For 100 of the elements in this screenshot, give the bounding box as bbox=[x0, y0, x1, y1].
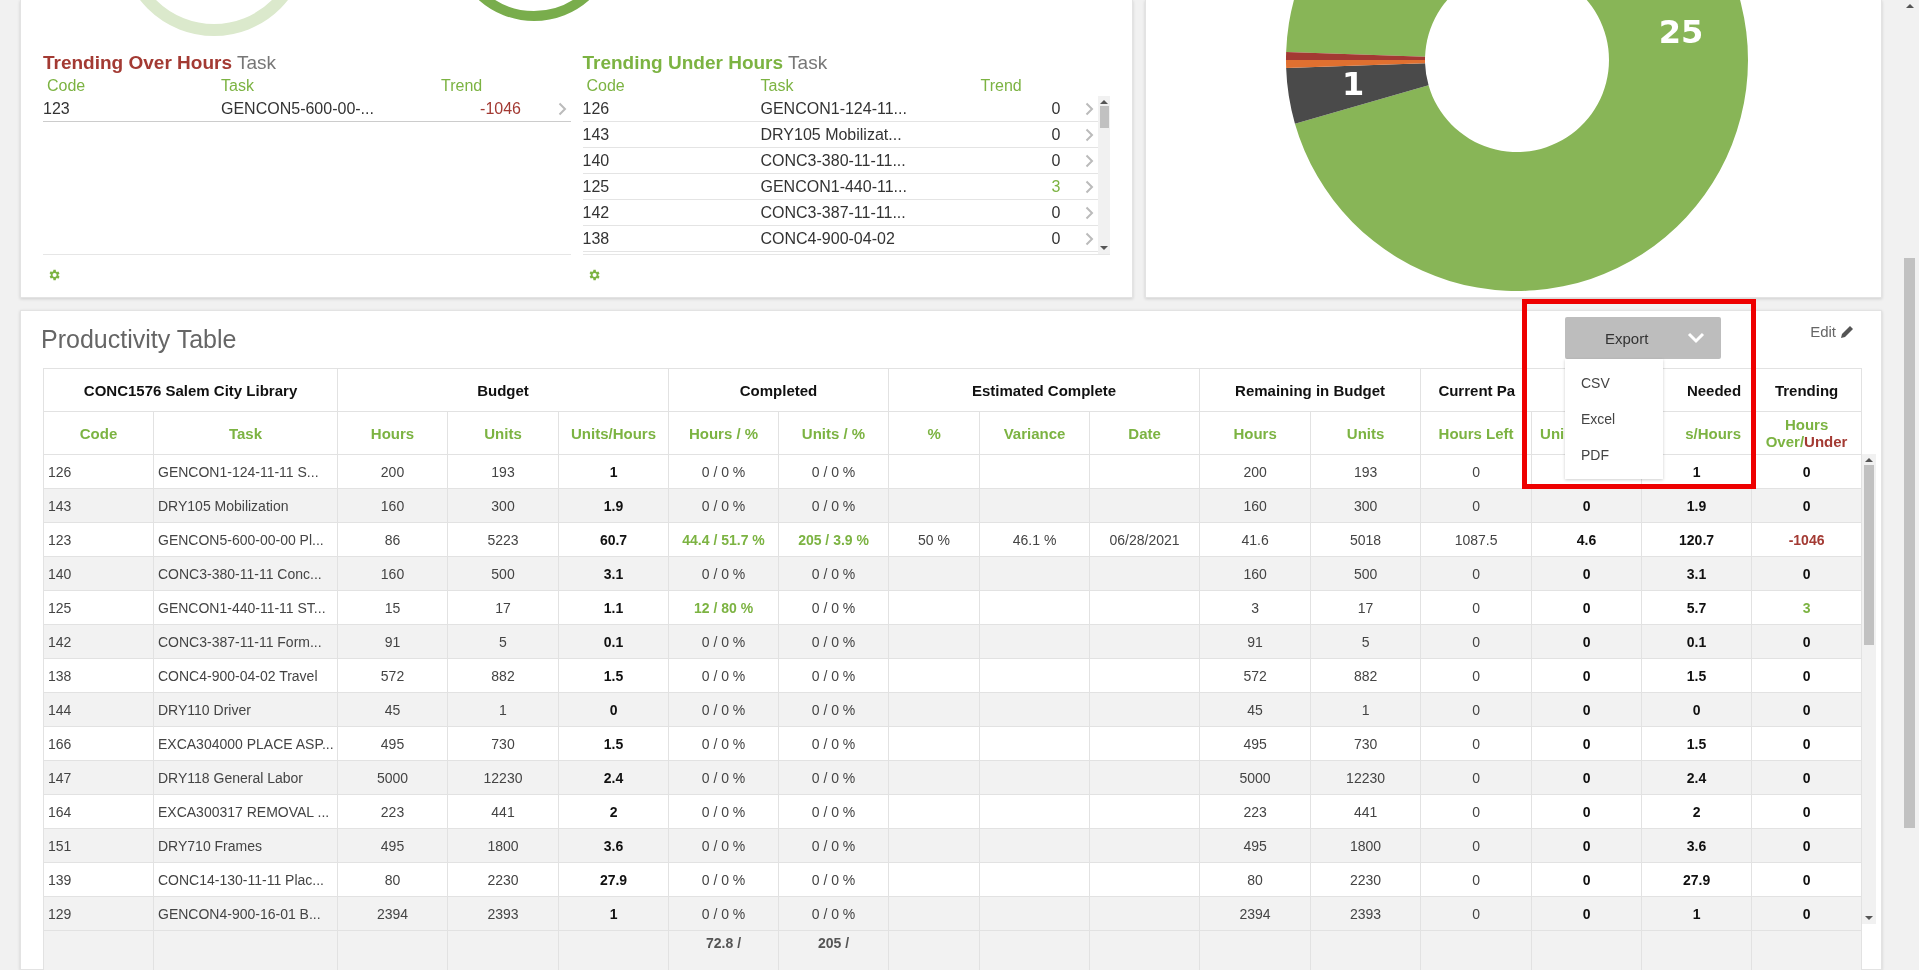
scrollbar[interactable] bbox=[1862, 454, 1877, 924]
table-cell: 5 bbox=[1310, 624, 1421, 659]
task-text: CONC3-387-11-11... bbox=[760, 203, 907, 222]
column-header: Task bbox=[153, 411, 338, 455]
table-cell: 0 bbox=[1420, 726, 1532, 761]
table-cell: 441 bbox=[1310, 794, 1421, 829]
table-cell: 0 / 0 % bbox=[778, 692, 889, 727]
column-header: Hours / % bbox=[668, 411, 779, 455]
table-cell: 0 bbox=[1420, 828, 1532, 863]
column-header: Code bbox=[46, 77, 87, 95]
table-cell: 27.9 bbox=[558, 862, 669, 897]
table-cell: 0.1 bbox=[1641, 624, 1752, 659]
table-cell: 41.6 bbox=[1199, 522, 1311, 557]
table-cell: 2230 bbox=[447, 862, 559, 897]
trend-value: 3 bbox=[1050, 177, 1061, 196]
code-text: 138 bbox=[582, 229, 611, 248]
table-cell: 223 bbox=[1199, 794, 1311, 829]
table-cell: 205 / 3.9 % bbox=[778, 522, 889, 557]
table-cell: 1800 bbox=[447, 828, 559, 863]
table-cell: 160 bbox=[337, 556, 448, 591]
table-cell: 193 bbox=[1310, 454, 1421, 489]
table-cell: 129 bbox=[43, 896, 154, 931]
table-cell: 0 bbox=[1420, 454, 1532, 489]
table-cell: 0 bbox=[1531, 590, 1642, 625]
table-cell: 0 bbox=[1751, 726, 1862, 761]
panel-subtitle: Task bbox=[788, 52, 828, 74]
table-cell: 0 / 0 % bbox=[778, 488, 889, 523]
table-cell: 12230 bbox=[1310, 760, 1421, 795]
column-header: Units / % bbox=[778, 411, 889, 455]
table-cell: 1800 bbox=[1310, 828, 1421, 863]
table-cell: 0 bbox=[1420, 692, 1532, 727]
table-cell: 138 bbox=[43, 658, 154, 693]
pencil-icon bbox=[1839, 323, 1855, 340]
table-cell: 0 bbox=[1531, 488, 1642, 523]
chevron-right-icon[interactable] bbox=[557, 101, 567, 116]
table-cell: 5.7 bbox=[1641, 590, 1752, 625]
table-cell: 1.5 bbox=[558, 658, 669, 693]
chevron-right-icon[interactable] bbox=[1085, 101, 1094, 116]
table-cell: 1 bbox=[1310, 692, 1421, 727]
table-cell: 0 bbox=[1420, 794, 1532, 829]
table-cell: CONC4-900-04-02 Travel bbox=[153, 658, 338, 693]
table-cell: 0 bbox=[1531, 862, 1642, 897]
group-header: Completed bbox=[668, 368, 889, 412]
table-cell: 144 bbox=[43, 692, 154, 727]
table-cell: 2 bbox=[558, 794, 669, 829]
chevron-right-icon[interactable] bbox=[1085, 179, 1094, 194]
table-cell: 0 / 0 % bbox=[668, 726, 779, 761]
table-cell: 5000 bbox=[1199, 760, 1311, 795]
table-cell: CONC3-387-11-11 Form... bbox=[153, 624, 338, 659]
table-cell: 0 / 0 % bbox=[668, 488, 779, 523]
scrollbar[interactable] bbox=[1098, 96, 1110, 254]
table-cell: 123 bbox=[43, 522, 154, 557]
table-cell: 2393 bbox=[447, 896, 559, 931]
table-cell: 45 bbox=[337, 692, 448, 727]
table-cell: 0.1 bbox=[558, 624, 669, 659]
table-cell: 495 bbox=[337, 828, 448, 863]
table-cell: 572 bbox=[1199, 658, 1311, 693]
edit-link[interactable]: Edit bbox=[1810, 323, 1855, 340]
table-cell: 1.5 bbox=[1641, 658, 1752, 693]
column-header: Units bbox=[447, 411, 559, 455]
table-cell: 0 / 0 % bbox=[778, 896, 889, 931]
export-dropdown-button[interactable]: Export bbox=[1565, 317, 1721, 359]
table-cell: 160 bbox=[337, 488, 448, 523]
total-cell: 72.8 / bbox=[668, 930, 779, 970]
table-cell: -1046 bbox=[1751, 522, 1862, 557]
table-cell: 5223 bbox=[447, 522, 559, 557]
table-cell: EXCA300317 REMOVAL ... bbox=[153, 794, 338, 829]
table-cell: 0 bbox=[1751, 556, 1862, 591]
chevron-right-icon[interactable] bbox=[1085, 205, 1094, 220]
chevron-right-icon[interactable] bbox=[1085, 231, 1094, 246]
table-cell: 0 bbox=[1420, 760, 1532, 795]
table-cell: 0 / 0 % bbox=[668, 454, 779, 489]
table-cell: 91 bbox=[1199, 624, 1311, 659]
table-cell: 0 / 0 % bbox=[668, 658, 779, 693]
table-cell: 0 bbox=[1420, 488, 1532, 523]
table-cell: 0 bbox=[1420, 862, 1532, 897]
table-cell: 441 bbox=[447, 794, 559, 829]
chevron-right-icon[interactable] bbox=[1085, 153, 1094, 168]
table-cell: 147 bbox=[43, 760, 154, 795]
table-cell: 06/28/2021 bbox=[1089, 522, 1200, 557]
table-cell: 0 / 0 % bbox=[778, 726, 889, 761]
panel-subtitle: Task bbox=[237, 52, 277, 74]
table-cell: 2394 bbox=[1199, 896, 1311, 931]
table-cell: 0 bbox=[1751, 488, 1862, 523]
table-cell: 1 bbox=[558, 896, 669, 931]
settings-icon[interactable] bbox=[47, 268, 61, 282]
table-cell: 0 / 0 % bbox=[778, 828, 889, 863]
table-cell: 45 bbox=[1199, 692, 1311, 727]
table-cell: 1 bbox=[558, 454, 669, 489]
table-cell: 495 bbox=[1199, 828, 1311, 863]
table-cell: 0 bbox=[1751, 896, 1862, 931]
table-cell: 160 bbox=[1199, 488, 1311, 523]
table-cell: 0 / 0 % bbox=[778, 658, 889, 693]
column-header: Trend bbox=[980, 77, 1023, 95]
chevron-right-icon[interactable] bbox=[1085, 127, 1094, 142]
table-cell: 0 bbox=[1531, 896, 1642, 931]
table-cell: 86 bbox=[337, 522, 448, 557]
table-cell: 0 / 0 % bbox=[668, 828, 779, 863]
table-cell: 1.9 bbox=[558, 488, 669, 523]
code-text: 142 bbox=[582, 203, 611, 222]
